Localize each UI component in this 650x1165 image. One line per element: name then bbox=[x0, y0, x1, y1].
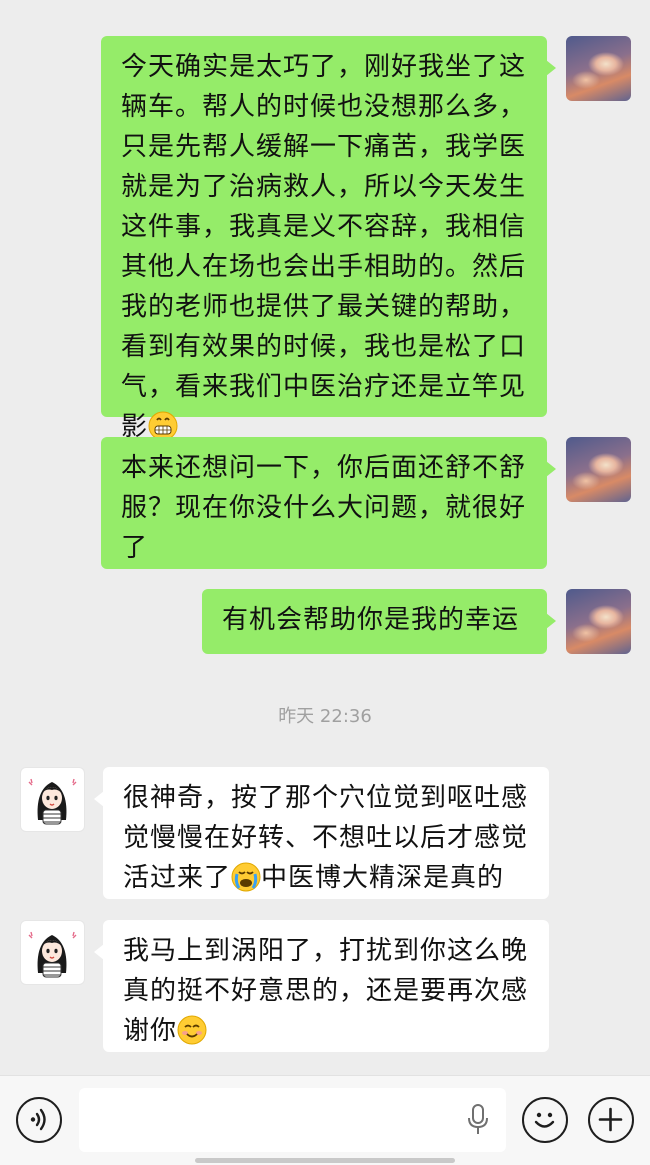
message-line: 辆车。帮人的时候也没想那么多， bbox=[121, 92, 527, 122]
sent-message-bubble[interactable]: 本来还想问一下，你后面还舒不舒 服？现在你没什么大问题，就很好 了 bbox=[101, 437, 556, 569]
more-options-button[interactable] bbox=[588, 1097, 634, 1143]
message-input-bar bbox=[0, 1075, 650, 1165]
message-line: 服？现在你没什么大问题，就很好 bbox=[121, 493, 527, 523]
message-text: 活过来了 bbox=[123, 863, 232, 893]
message-text-input[interactable] bbox=[79, 1088, 506, 1152]
voice-input-icon bbox=[30, 1108, 46, 1131]
message-timestamp: 昨天 22:36 bbox=[278, 706, 372, 727]
home-indicator bbox=[195, 1158, 455, 1163]
contact-avatar[interactable] bbox=[20, 767, 85, 832]
cartoon-girl-avatar-icon bbox=[28, 778, 77, 825]
message-text: 谢你 bbox=[123, 1016, 178, 1046]
message-text: 中医博大精深是真的 bbox=[261, 863, 505, 893]
message-line: 我的老师也提供了最关键的帮助， bbox=[121, 292, 527, 322]
loudly-crying-face-emoji bbox=[231, 862, 261, 892]
my-avatar[interactable] bbox=[566, 36, 631, 101]
message-line: 了 bbox=[121, 533, 149, 563]
message-line: 其他人在场也会出手相助的。然后 bbox=[121, 252, 527, 282]
chat-area: 今天确实是太巧了，刚好我坐了这 辆车。帮人的时候也没想那么多， 只是先帮人缓解一… bbox=[0, 0, 650, 1075]
message-line: 看到有效果的时候，我也是松了口 bbox=[121, 332, 527, 362]
contact-avatar[interactable] bbox=[20, 920, 85, 985]
message-line: 气，看来我们中医治疗还是立竿见 bbox=[121, 372, 527, 402]
sent-message-bubble[interactable]: 今天确实是太巧了，刚好我坐了这 辆车。帮人的时候也没想那么多， 只是先帮人缓解一… bbox=[101, 36, 556, 442]
sent-message-bubble[interactable]: 有机会帮助你是我的幸运 bbox=[202, 589, 556, 654]
microphone-icon[interactable] bbox=[466, 1103, 490, 1137]
message-line: 今天确实是太巧了，刚好我坐了这 bbox=[121, 52, 527, 82]
message-line: 谢你 bbox=[123, 1011, 529, 1051]
message-line: 真的挺不好意思的，还是要再次感 bbox=[123, 976, 529, 1006]
emoji-button-icon bbox=[534, 1112, 555, 1128]
message-line: 觉慢慢在好转、不想吐以后才感觉 bbox=[123, 823, 529, 853]
message-line: 就是为了治病救人，所以今天发生 bbox=[121, 172, 527, 202]
message-line: 很神奇，按了那个穴位觉到呕吐感 bbox=[123, 783, 529, 813]
my-avatar[interactable] bbox=[566, 437, 631, 502]
my-avatar[interactable] bbox=[566, 589, 631, 654]
message-line: 只是先帮人缓解一下痛苦，我学医 bbox=[121, 132, 527, 162]
emoji-button[interactable] bbox=[522, 1097, 568, 1143]
voice-input-button[interactable] bbox=[16, 1097, 62, 1143]
message-line: 这件事，我真是义不容辞，我相信 bbox=[121, 212, 527, 242]
received-message-bubble[interactable]: 很神奇，按了那个穴位觉到呕吐感 觉慢慢在好转、不想吐以后才感觉 活过来了 中医博大… bbox=[94, 767, 549, 899]
smiling-face-emoji bbox=[177, 1015, 207, 1045]
message-line: 本来还想问一下，你后面还舒不舒 bbox=[121, 453, 527, 483]
plus-icon bbox=[598, 1107, 623, 1132]
message-line: 活过来了 中医博大精深是真的 bbox=[123, 858, 529, 898]
message-line: 有机会帮助你是我的幸运 bbox=[222, 605, 520, 635]
cartoon-girl-avatar-icon bbox=[28, 931, 77, 978]
message-line: 我马上到涡阳了，打扰到你这么晚 bbox=[123, 936, 529, 966]
received-message-bubble[interactable]: 我马上到涡阳了，打扰到你这么晚 真的挺不好意思的，还是要再次感 谢你 bbox=[94, 920, 549, 1052]
